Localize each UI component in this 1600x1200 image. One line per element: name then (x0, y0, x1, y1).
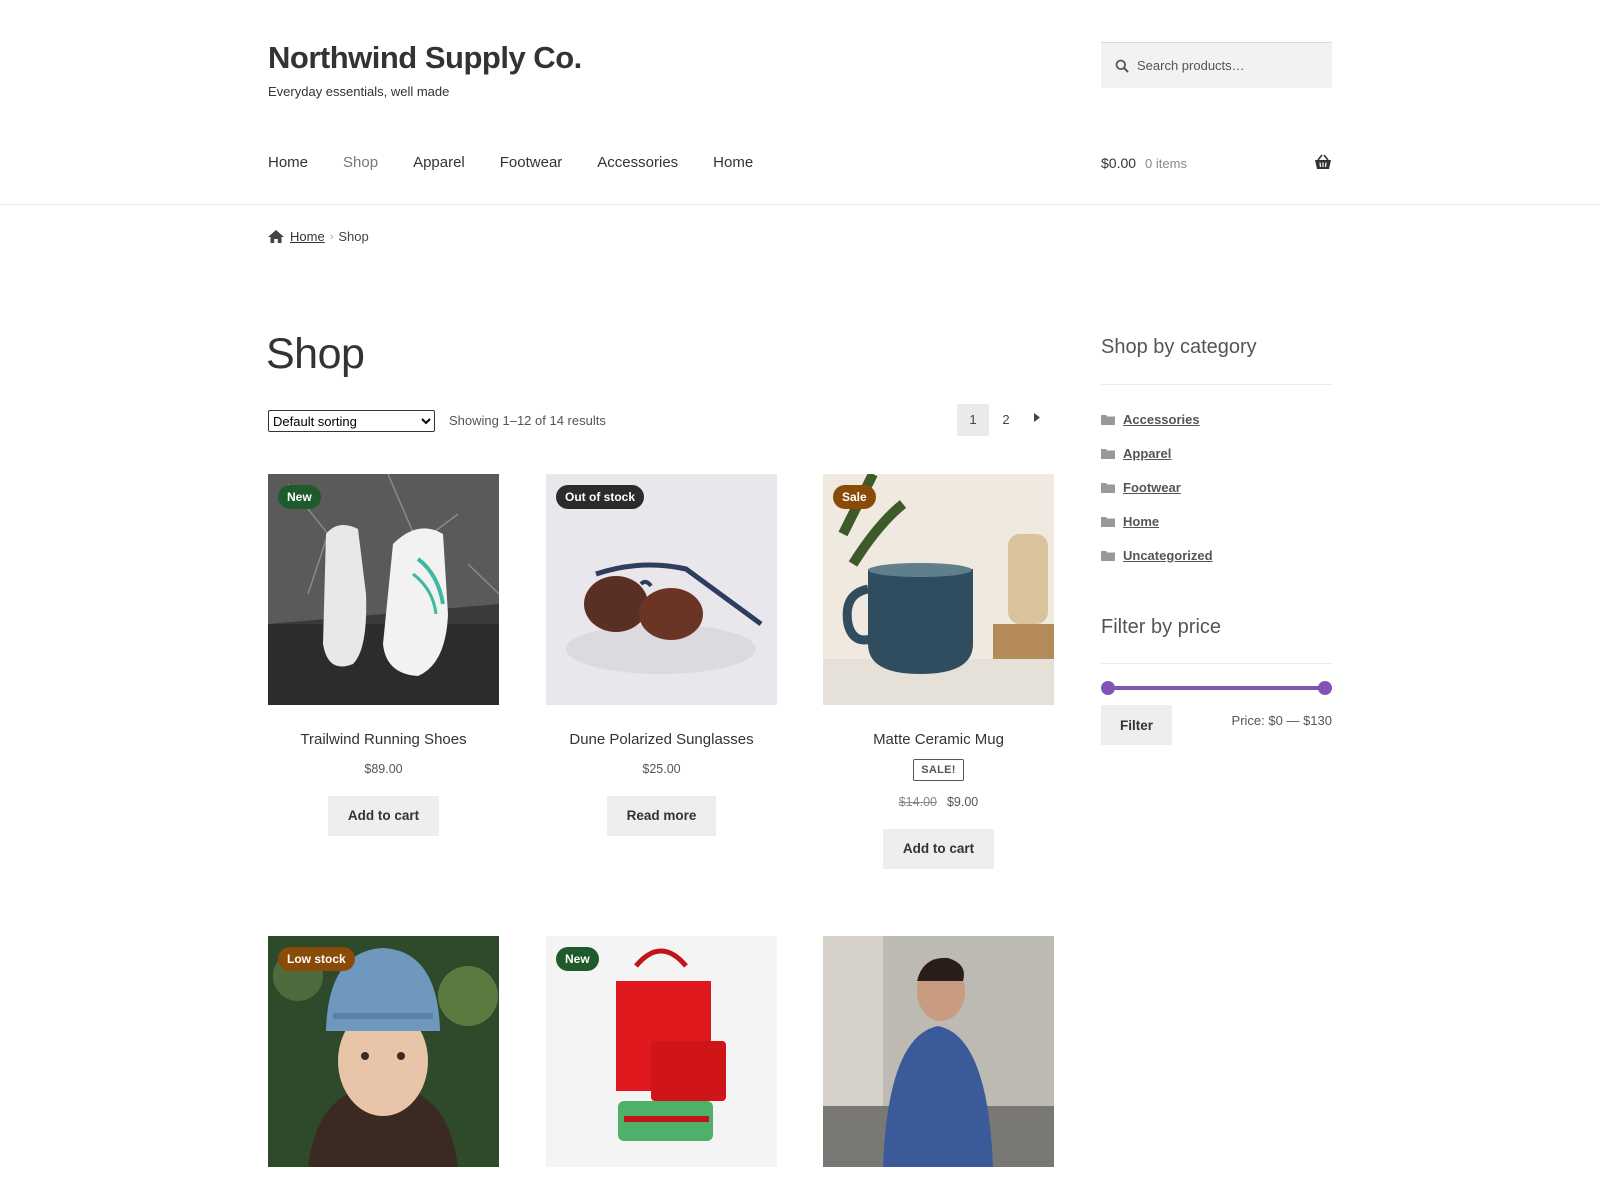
widget-divider (1101, 384, 1332, 385)
cart-amount: $0.00 (1101, 155, 1137, 171)
product-name[interactable]: Trailwind Running Shoes (268, 731, 499, 748)
category-link-accessories[interactable]: Accessories (1123, 412, 1200, 427)
folder-icon (1101, 448, 1115, 459)
price-range-label: Price: $0 — $130 (1231, 713, 1332, 728)
nav-footwear[interactable]: Footwear (500, 154, 563, 171)
category-link-footwear[interactable]: Footwear (1123, 480, 1181, 495)
sale-price: $9.00 (946, 795, 979, 809)
nav-home[interactable]: Home (268, 154, 308, 171)
product-card: Low stock (268, 936, 499, 1167)
page-1: 1 (957, 404, 989, 436)
next-page-button[interactable] (1023, 404, 1051, 436)
price-slider-min-handle[interactable] (1101, 681, 1115, 695)
read-more-button[interactable]: Read more (606, 796, 717, 836)
search-input[interactable] (1137, 58, 1317, 73)
site-header: Northwind Supply Co. Everyday essentials… (0, 0, 1600, 205)
product-card: New (546, 936, 777, 1167)
search-icon (1115, 59, 1129, 73)
product-name[interactable]: Dune Polarized Sunglasses (546, 731, 777, 748)
category-link-apparel[interactable]: Apparel (1123, 446, 1171, 461)
add-to-cart-button[interactable]: Add to cart (882, 829, 995, 869)
product-card: Sale Matte Ceramic Mug SALE! $14.00 $9.00… (823, 474, 1054, 869)
nav-accessories[interactable]: Accessories (597, 154, 678, 171)
nav-home-category[interactable]: Home (713, 154, 753, 171)
sort-select[interactable]: Default sorting (268, 410, 435, 432)
product-image[interactable] (823, 936, 1054, 1167)
nav-apparel[interactable]: Apparel (413, 154, 465, 171)
product-badge: Low stock (278, 947, 355, 971)
category-item: Accessories (1101, 402, 1213, 436)
filter-button[interactable]: Filter (1101, 705, 1172, 745)
category-link-uncategorized[interactable]: Uncategorized (1123, 548, 1213, 563)
page-2[interactable]: 2 (989, 404, 1023, 436)
cart-count: 0 items (1145, 155, 1187, 171)
add-to-cart-button[interactable]: Add to cart (327, 796, 440, 836)
product-image[interactable]: New (268, 474, 499, 705)
product-price: $25.00 (642, 762, 681, 776)
site-tagline: Everyday essentials, well made (268, 84, 450, 99)
product-badge: New (278, 485, 321, 509)
folder-icon (1101, 414, 1115, 425)
product-image[interactable]: Out of stock (546, 474, 777, 705)
category-list: Accessories Apparel Footwear Home Uncate… (1101, 402, 1213, 572)
category-item: Home (1101, 504, 1213, 538)
page-title: Shop (266, 330, 365, 378)
widget-divider (1101, 663, 1332, 664)
product-name[interactable]: Matte Ceramic Mug (823, 731, 1054, 748)
nav-shop[interactable]: Shop (343, 154, 378, 171)
price-slider-max-handle[interactable] (1318, 681, 1332, 695)
product-price: $89.00 (364, 762, 403, 776)
header-cart[interactable]: $0.00 0 items (1101, 154, 1332, 171)
category-item: Uncategorized (1101, 538, 1213, 572)
folder-icon (1101, 482, 1115, 493)
site-title[interactable]: Northwind Supply Co. (268, 40, 582, 76)
breadcrumb-separator: › (329, 230, 334, 243)
price-filter-title: Filter by price (1101, 616, 1222, 638)
category-item: Footwear (1101, 470, 1213, 504)
breadcrumb-current: Shop (338, 229, 369, 244)
basket-icon[interactable] (1314, 154, 1332, 170)
home-icon (268, 230, 284, 243)
breadcrumb-home[interactable]: Home (290, 229, 325, 244)
breadcrumb: Home › Shop (268, 229, 369, 244)
product-image[interactable]: Sale (823, 474, 1054, 705)
product-search[interactable] (1101, 42, 1332, 88)
product-price: $14.00 $9.00 (823, 795, 1054, 809)
product-card: New Trailwind Running Shoes $89.00 Add t… (268, 474, 499, 836)
product-image[interactable]: New (546, 936, 777, 1167)
category-item: Apparel (1101, 436, 1213, 470)
categories-title: Shop by category (1101, 336, 1257, 358)
product-badge: Out of stock (556, 485, 645, 509)
pagination: 1 2 (957, 404, 1051, 436)
sale-flag: SALE! (913, 759, 964, 781)
product-badge: New (556, 947, 599, 971)
primary-nav: Home Shop Apparel Footwear Accessories H… (268, 154, 788, 171)
product-card: Out of stock Dune Polarized Sunglasses $… (546, 474, 777, 836)
category-link-home[interactable]: Home (1123, 514, 1159, 529)
caret-right-icon (1034, 413, 1040, 422)
folder-icon (1101, 516, 1115, 527)
folder-icon (1101, 550, 1115, 561)
product-card (823, 936, 1054, 1167)
price-slider-range[interactable] (1108, 686, 1325, 690)
old-price: $14.00 (898, 795, 937, 809)
product-badge: Sale (833, 485, 876, 509)
result-count: Showing 1–12 of 14 results (449, 413, 606, 428)
product-image[interactable]: Low stock (268, 936, 499, 1167)
